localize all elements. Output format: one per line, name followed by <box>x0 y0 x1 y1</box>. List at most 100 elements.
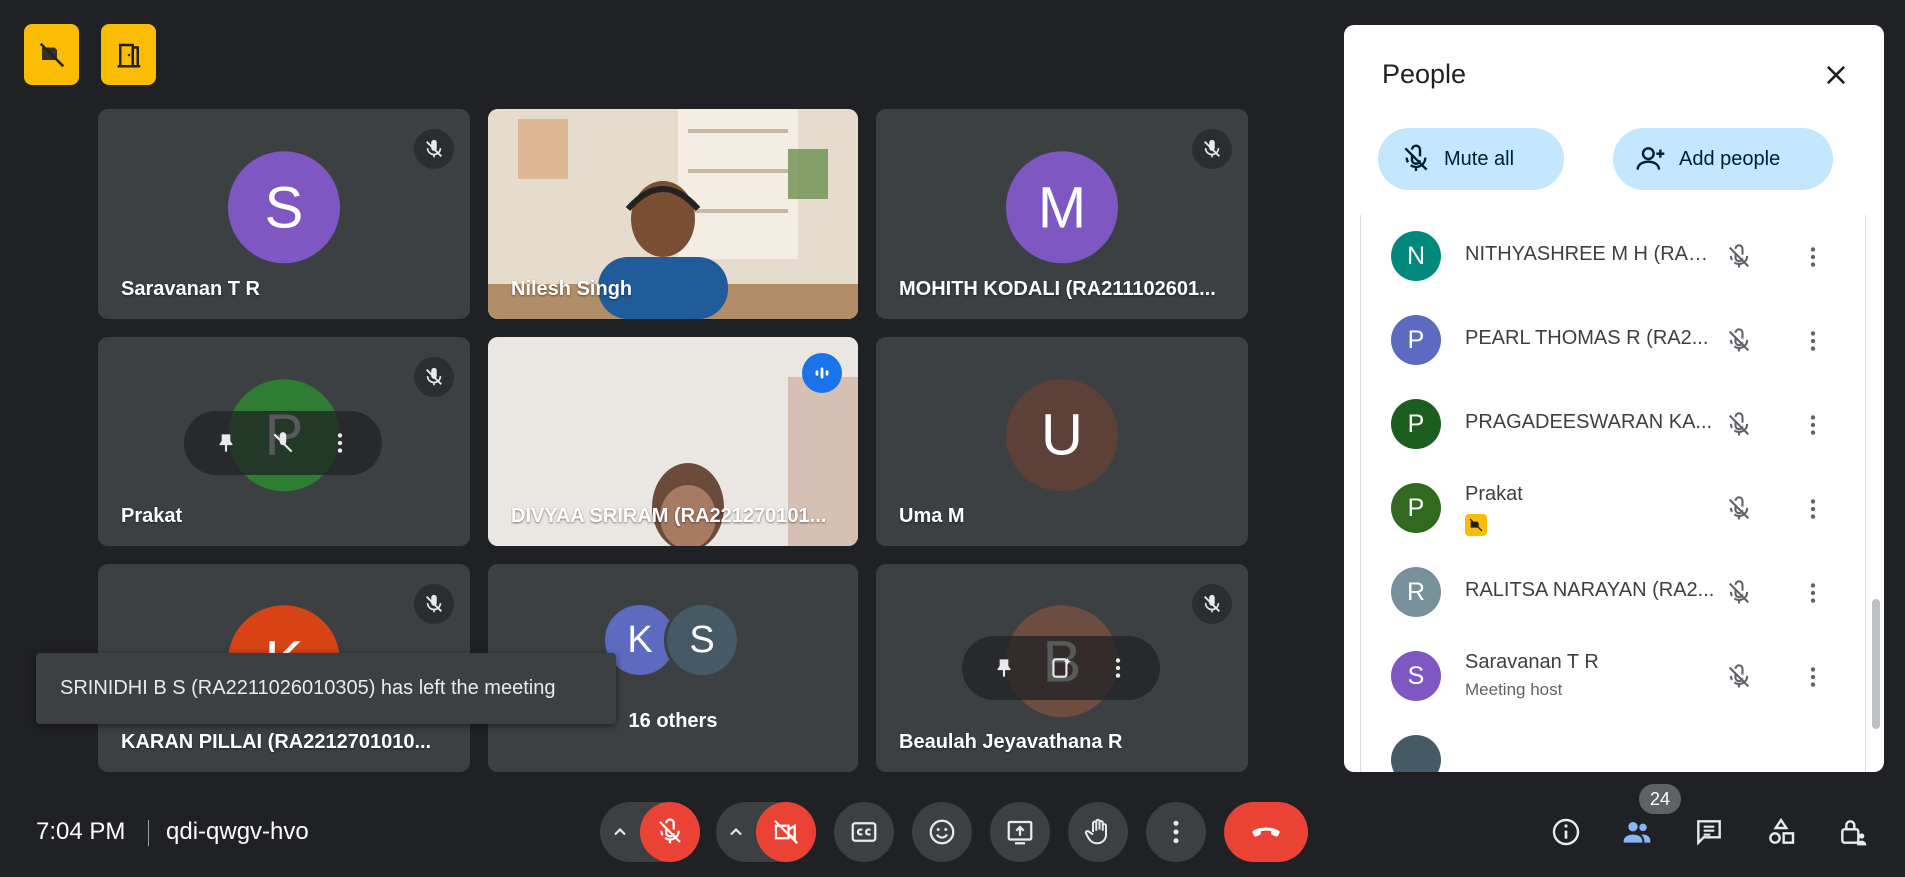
people-icon <box>1623 822 1651 843</box>
pin-icon[interactable] <box>213 430 239 456</box>
people-panel: People Mute all Add people N NITHYASHREE… <box>1344 25 1884 772</box>
muted-mic-icon <box>414 129 454 169</box>
more-options-icon[interactable] <box>1105 655 1131 681</box>
list-item[interactable]: S Saravanan T R Meeting host <box>1361 635 1865 719</box>
muted-mic-icon <box>1721 575 1757 611</box>
participant-name: MOHITH KODALI (RA211102601... <box>899 278 1216 300</box>
participant-name: RALITSA NARAYAN (RA2... <box>1465 579 1715 601</box>
list-item[interactable]: P Prakat <box>1361 467 1865 551</box>
participant-name: Uma M <box>899 505 965 527</box>
mute-participant-icon[interactable] <box>270 430 296 456</box>
leave-call-button[interactable] <box>1224 802 1308 862</box>
mic-toggle-button[interactable] <box>640 802 700 862</box>
participant-tile[interactable]: B Beaulah Jeyavathana R <box>876 564 1248 772</box>
meeting-code: qdi-qwgv-hvo <box>166 818 309 845</box>
add-person-icon <box>1636 147 1665 170</box>
mic-off-icon <box>659 818 681 844</box>
speaking-indicator-icon <box>802 353 842 393</box>
chat-button[interactable] <box>1689 812 1729 852</box>
avatar: S <box>228 151 340 264</box>
avatar: M <box>1006 151 1118 264</box>
people-button[interactable] <box>1617 812 1657 852</box>
panel-title: People <box>1382 59 1467 89</box>
visual-effects-icon[interactable] <box>1048 655 1074 681</box>
video-off-badge[interactable] <box>24 24 79 85</box>
mic-off-icon <box>1404 144 1428 171</box>
door-icon <box>117 43 140 67</box>
participant-name: Saravanan T R <box>121 278 260 300</box>
captions-button[interactable] <box>834 802 894 862</box>
muted-mic-icon <box>1721 323 1757 359</box>
participant-name: Prakat <box>121 505 183 527</box>
meeting-details-button[interactable] <box>1546 812 1586 852</box>
camera-off-icon <box>773 819 799 845</box>
chevron-up-icon[interactable] <box>716 802 756 862</box>
video-off-badge-icon <box>1465 514 1487 536</box>
list-item[interactable] <box>1361 719 1865 772</box>
mute-all-button[interactable]: Mute all <box>1378 128 1564 190</box>
participant-tile[interactable]: S Saravanan T R <box>98 109 470 319</box>
raise-hand-button[interactable] <box>1068 802 1128 862</box>
close-icon[interactable] <box>1818 57 1854 93</box>
participant-tile[interactable]: M MOHITH KODALI (RA211102601... <box>876 109 1248 319</box>
list-item[interactable]: P PEARL THOMAS R (RA2... <box>1361 299 1865 383</box>
more-options-icon[interactable] <box>1795 407 1831 443</box>
pin-icon[interactable] <box>991 655 1017 681</box>
end-call-icon <box>1252 827 1280 837</box>
list-item[interactable]: R RALITSA NARAYAN (RA2... <box>1361 551 1865 635</box>
more-options-icon[interactable] <box>1795 323 1831 359</box>
closed-captions-icon <box>851 822 877 842</box>
participant-name: Prakat <box>1465 483 1523 505</box>
list-item[interactable]: N NITHYASHREE M H (RA2... <box>1361 215 1865 299</box>
muted-mic-icon <box>1721 491 1757 527</box>
divider <box>148 820 149 846</box>
more-options-icon[interactable] <box>1795 575 1831 611</box>
clock: 7:04 PM <box>36 818 126 845</box>
participant-name: Beaulah Jeyavathana R <box>899 731 1123 753</box>
participant-name: PEARL THOMAS R (RA2... <box>1465 327 1709 349</box>
lock-person-icon <box>1841 820 1867 846</box>
host-controls-button[interactable] <box>1833 812 1873 852</box>
avatar: P <box>1391 399 1441 449</box>
participant-tile-speaking[interactable]: DIVYAA SRIRAM (RA221270101... <box>488 337 858 546</box>
participant-list: N NITHYASHREE M H (RA2... P PEARL THOMAS… <box>1360 215 1866 772</box>
raise-hand-icon <box>1084 818 1107 845</box>
muted-mic-icon <box>414 584 454 624</box>
avatar: S <box>1391 651 1441 701</box>
muted-mic-icon <box>1721 659 1757 695</box>
avatar <box>1391 735 1441 772</box>
camera-toggle-button[interactable] <box>756 802 816 862</box>
toast-text: SRINIDHI B S (RA2211026010305) has left … <box>60 677 556 699</box>
add-people-label: Add people <box>1679 147 1781 170</box>
participant-name: NITHYASHREE M H (RA2... <box>1465 243 1715 265</box>
list-item[interactable]: P PRAGADEESWARAN KA... <box>1361 383 1865 467</box>
muted-mic-icon <box>1721 407 1757 443</box>
mute-all-label: Mute all <box>1444 147 1515 170</box>
leave-room-badge[interactable] <box>101 24 156 85</box>
participant-tile[interactable]: P Prakat <box>98 337 470 546</box>
present-screen-icon <box>1007 820 1033 845</box>
more-options-icon[interactable] <box>327 430 353 456</box>
participant-tile-video[interactable]: Nilesh Singh <box>488 109 858 319</box>
muted-mic-icon <box>414 357 454 397</box>
more-options-icon[interactable] <box>1795 659 1831 695</box>
participant-name: Nilesh Singh <box>511 278 633 300</box>
muted-mic-icon <box>1721 239 1757 275</box>
muted-mic-icon <box>1192 584 1232 624</box>
scrollbar[interactable] <box>1872 599 1880 729</box>
avatar: R <box>1391 567 1441 617</box>
more-options-icon[interactable] <box>1795 491 1831 527</box>
tile-hover-controls <box>962 636 1160 700</box>
reactions-button[interactable] <box>912 802 972 862</box>
activities-button[interactable] <box>1761 812 1801 852</box>
present-screen-button[interactable] <box>990 802 1050 862</box>
participant-name: Saravanan T R <box>1465 651 1599 673</box>
shapes-icon <box>1769 817 1795 844</box>
more-options-button[interactable] <box>1146 802 1206 862</box>
participant-tile[interactable]: U Uma M <box>876 337 1248 546</box>
add-people-button[interactable]: Add people <box>1613 128 1833 190</box>
chevron-up-icon[interactable] <box>600 802 640 862</box>
more-options-icon[interactable] <box>1795 239 1831 275</box>
emoji-icon <box>929 819 955 845</box>
participant-name: KARAN PILLAI (RA2212701010... <box>121 731 432 753</box>
